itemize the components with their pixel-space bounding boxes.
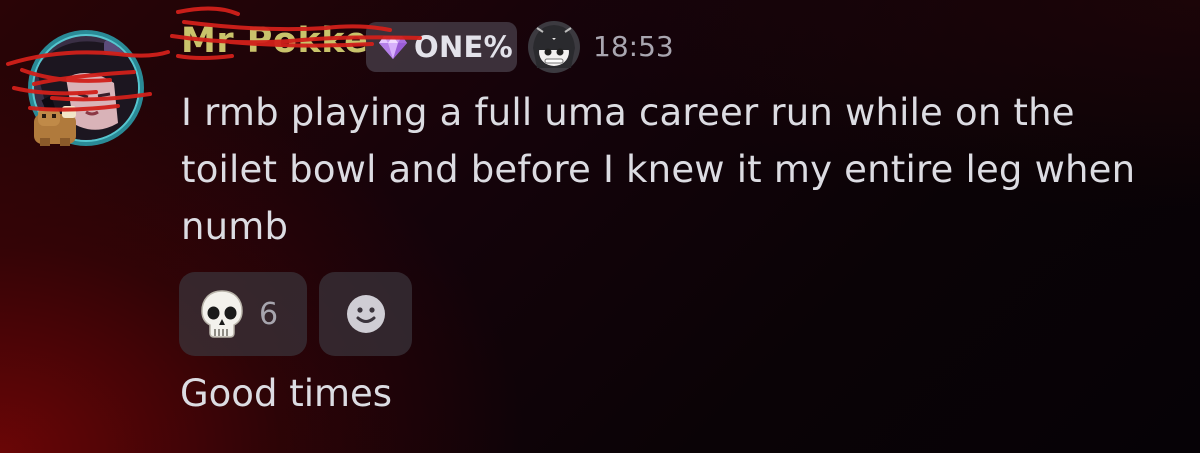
author-username[interactable]: Mr Pokke bbox=[181, 21, 368, 61]
badge-label: ONE% bbox=[414, 30, 513, 64]
skull-emoji-icon bbox=[201, 290, 243, 338]
reaction-count: 6 bbox=[259, 296, 279, 332]
server-tag-badge[interactable]: ONE% bbox=[366, 22, 517, 72]
user-avatar[interactable] bbox=[26, 28, 160, 162]
anime-girl-emoji-icon bbox=[528, 21, 580, 73]
reaction-skull[interactable]: 6 bbox=[179, 272, 307, 356]
message-timestamp[interactable]: 18:53 bbox=[593, 30, 674, 63]
diamond-icon bbox=[379, 36, 407, 59]
followup-message-content: Good times bbox=[180, 372, 393, 415]
add-reaction-button[interactable] bbox=[319, 272, 412, 356]
reactions-bar: 6 bbox=[179, 272, 412, 356]
message-content: I rmb playing a full uma career run whil… bbox=[181, 91, 1136, 248]
smiley-face-icon bbox=[346, 295, 385, 333]
